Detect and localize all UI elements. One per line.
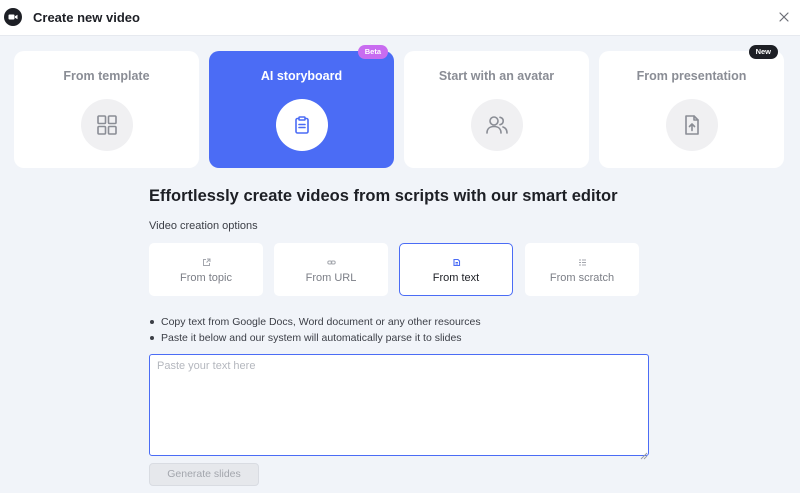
card-label: AI storyboard [260,69,343,83]
card-ai-storyboard[interactable]: Beta AI storyboard [209,45,394,168]
option-from-topic[interactable]: From topic [149,243,263,296]
options-label: Video creation options [149,220,258,232]
close-icon[interactable] [774,7,794,27]
option-label: From scratch [549,272,615,284]
option-label: From URL [305,272,357,284]
list-icon [577,257,587,267]
beta-badge: Beta [357,45,388,59]
option-from-url[interactable]: From URL [274,243,388,296]
card-label: From template [63,69,150,83]
grid-icon [80,99,133,151]
resize-handle-icon[interactable] [640,447,648,460]
option-label: From text [432,272,480,284]
list-item: Paste it below and our system will autom… [149,330,481,346]
link-icon [326,257,336,267]
card-start-with-avatar[interactable]: Start with an avatar [404,51,589,168]
card-label: From presentation [636,69,747,83]
external-link-icon [201,257,211,267]
users-icon [470,99,523,151]
option-label: From topic [180,272,232,284]
text-icon [451,257,461,267]
instructions-list: Copy text from Google Docs, Word documen… [149,314,481,346]
script-text-input[interactable] [149,354,649,456]
clipboard-icon [275,99,328,151]
card-label: Start with an avatar [438,69,555,83]
file-upload-icon [665,99,718,151]
dialog-header: Create new video [0,0,800,36]
new-badge: New [748,45,778,59]
page-headline: Effortlessly create videos from scripts … [149,187,618,205]
list-item: Copy text from Google Docs, Word documen… [149,314,481,330]
card-from-template[interactable]: From template [14,51,199,168]
option-from-text[interactable]: From text [399,243,513,296]
generate-slides-button[interactable]: Generate slides [149,463,259,486]
option-from-scratch[interactable]: From scratch [525,243,639,296]
card-from-presentation[interactable]: New From presentation [599,45,784,168]
video-camera-icon [4,8,22,26]
dialog-title: Create new video [33,10,140,25]
